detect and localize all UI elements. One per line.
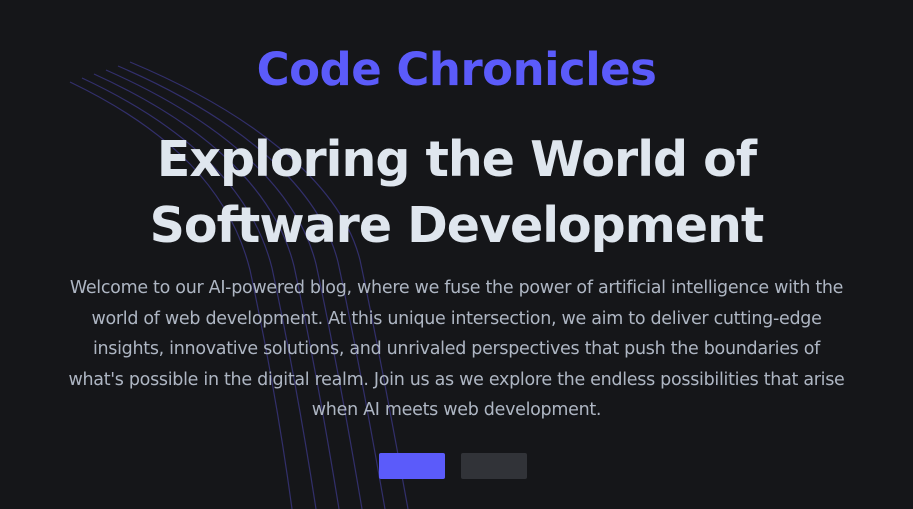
hero-section: Code Chronicles Exploring the World of S… (0, 0, 913, 509)
hero-headline: Exploring the World of Software Developm… (0, 127, 913, 259)
primary-action-button[interactable] (379, 453, 445, 479)
hero-actions (0, 453, 913, 479)
site-brand-title: Code Chronicles (256, 43, 657, 96)
hero-intro-text: Welcome to our AI-powered blog, where we… (68, 278, 845, 420)
secondary-action-button[interactable] (461, 453, 527, 479)
hero-headline-line-2: Software Development (149, 197, 765, 254)
hero-headline-line-1: Exploring the World of (156, 131, 757, 188)
